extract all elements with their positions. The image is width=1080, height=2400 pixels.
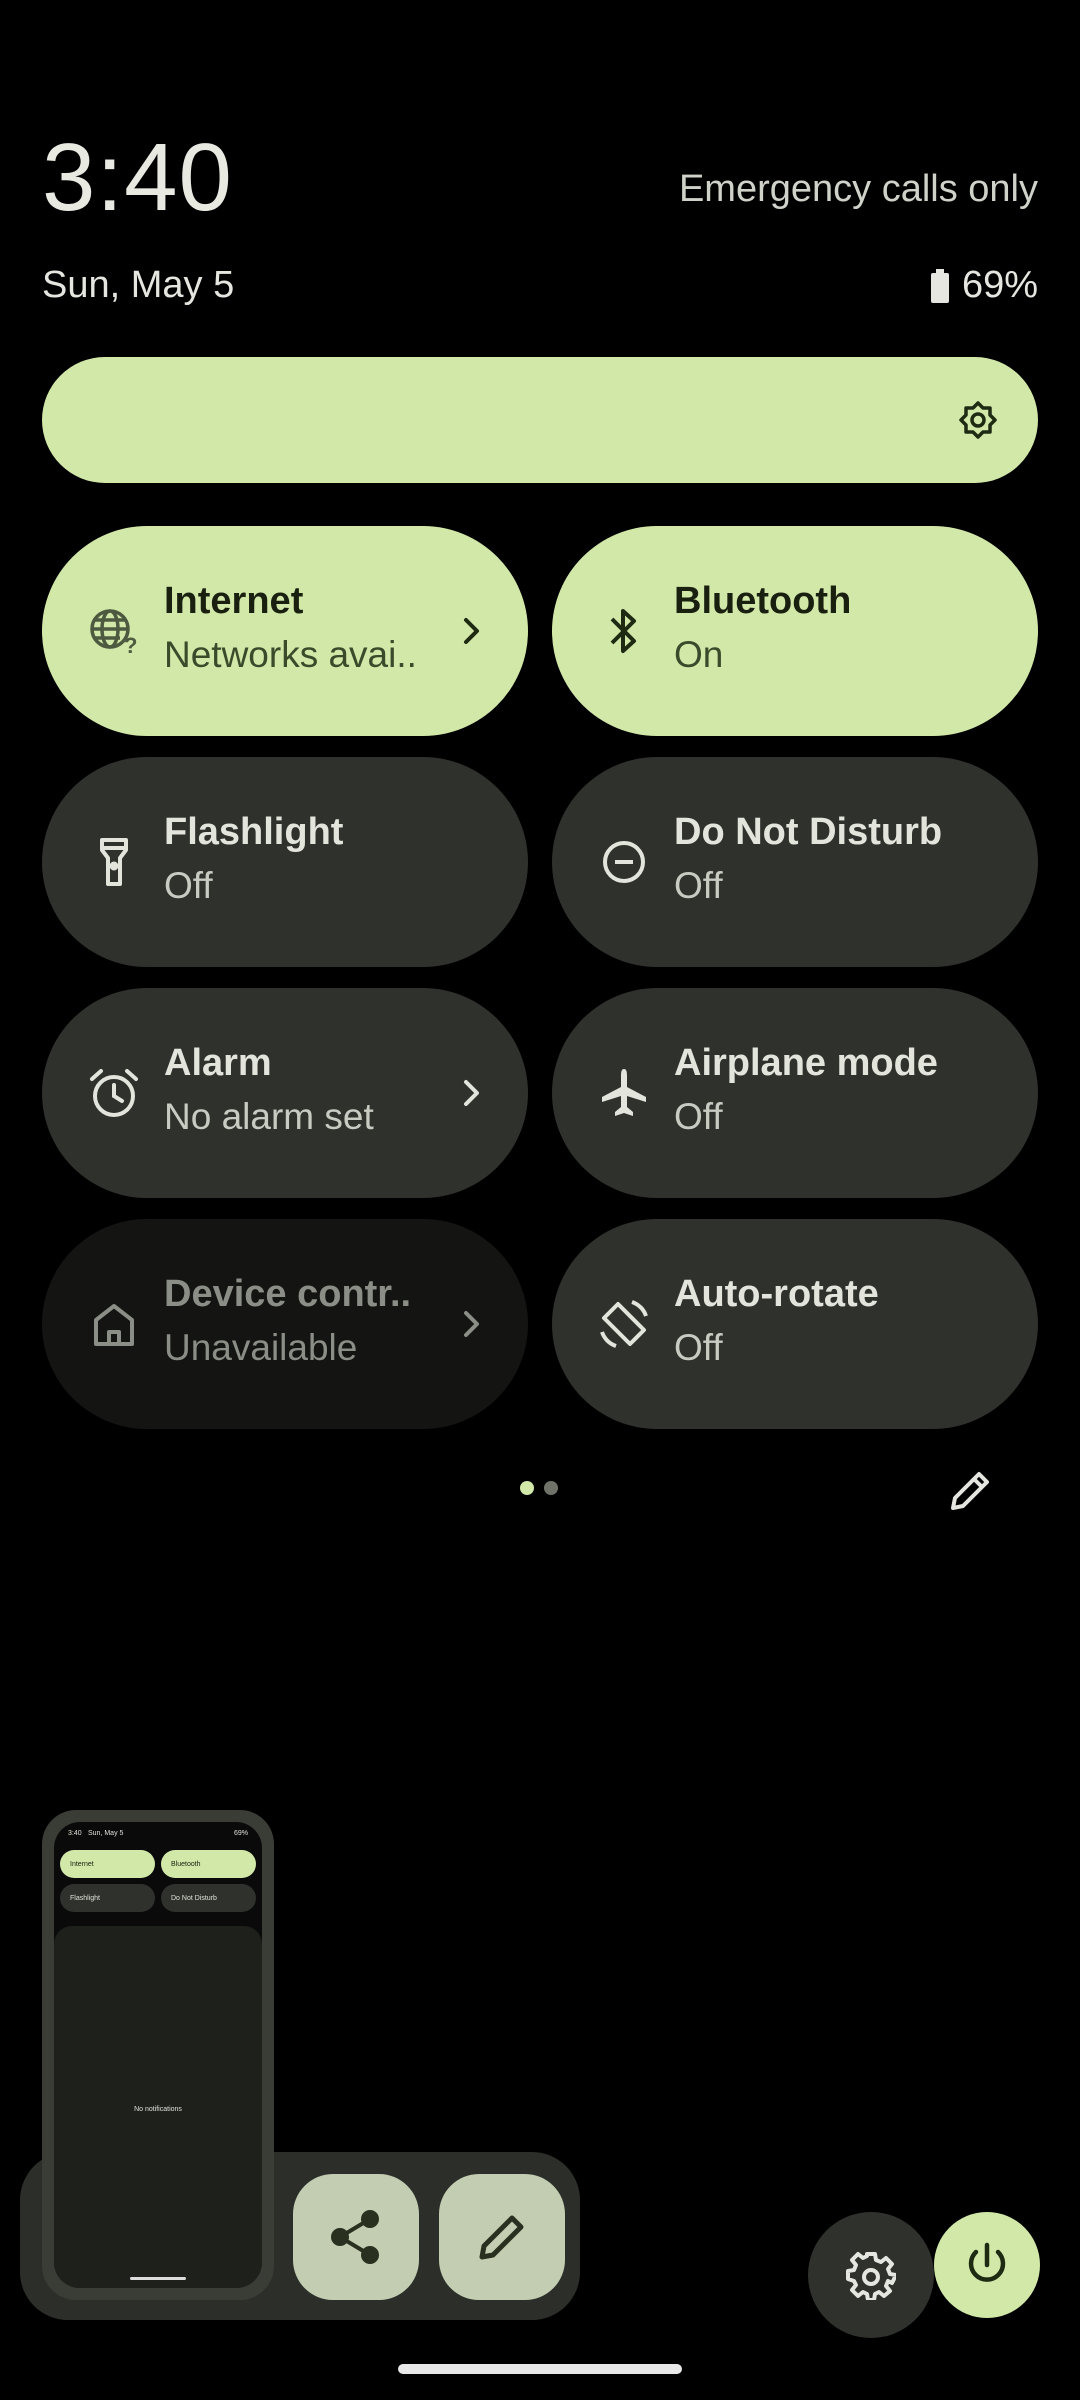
page-indicator[interactable] — [520, 1481, 558, 1495]
screenshot-edit-button[interactable] — [439, 2174, 565, 2300]
flashlight-icon — [84, 832, 144, 892]
page-dot-1 — [520, 1481, 534, 1495]
chevron-right-icon — [454, 1307, 488, 1346]
bluetooth-icon — [594, 601, 654, 661]
tile-subtitle: No alarm set — [164, 1096, 374, 1137]
tile-subtitle: Networks avai.. — [164, 634, 417, 675]
battery-percent: 69% — [961, 264, 1038, 306]
tile-auto-rotate[interactable]: Auto-rotate Off — [552, 1219, 1038, 1429]
mini-home-bar — [130, 2277, 186, 2280]
settings-button[interactable] — [808, 2212, 934, 2338]
mini-battery: 69% — [233, 1830, 248, 1837]
mini-tile: Do Not Disturb — [161, 1884, 256, 1912]
tile-alarm[interactable]: Alarm No alarm set — [42, 988, 528, 1198]
mini-notification-area: No notifications — [54, 1926, 262, 2288]
tile-title: Airplane mode — [674, 1042, 938, 1084]
tile-subtitle: Off — [164, 865, 213, 906]
tile-title: Flashlight — [164, 811, 344, 853]
tile-subtitle: Off — [674, 1327, 723, 1368]
tile-title: Bluetooth — [674, 580, 852, 622]
home-icon — [84, 1294, 144, 1354]
tile-do-not-disturb[interactable]: Do Not Disturb Off — [552, 757, 1038, 967]
tile-flashlight[interactable]: Flashlight Off — [42, 757, 528, 967]
mini-tile: Bluetooth — [161, 1850, 256, 1878]
tile-title: Alarm — [164, 1042, 272, 1084]
battery-status[interactable]: 69% — [930, 264, 1038, 307]
tile-title: Do Not Disturb — [674, 811, 943, 853]
svg-text:?: ? — [124, 633, 137, 658]
brightness-icon — [958, 400, 998, 445]
airplane-icon — [594, 1063, 654, 1123]
alarm-icon — [84, 1063, 144, 1123]
edit-quick-settings-button[interactable] — [945, 1466, 995, 1521]
mini-date: Sun, May 5 — [88, 1830, 124, 1837]
mini-time: 3:40 — [68, 1830, 82, 1837]
tile-subtitle: Off — [674, 1096, 723, 1137]
tile-internet[interactable]: ? Internet Networks avai.. — [42, 526, 528, 736]
globe-question-icon: ? — [84, 601, 144, 661]
clock[interactable]: 3:40 — [42, 130, 233, 226]
tile-subtitle: Off — [674, 865, 723, 906]
chevron-right-icon — [454, 1076, 488, 1115]
tile-title: Device contr.. — [164, 1273, 412, 1315]
tile-title: Auto-rotate — [674, 1273, 879, 1315]
carrier-status: Emergency calls only — [678, 168, 1038, 210]
tile-title: Internet — [164, 580, 304, 622]
date[interactable]: Sun, May 5 — [42, 264, 234, 307]
auto-rotate-icon — [594, 1294, 654, 1354]
tile-device-contr[interactable]: Device contr.. Unavailable — [42, 1219, 528, 1429]
screenshot-share-button[interactable] — [293, 2174, 419, 2300]
battery-icon — [930, 268, 950, 303]
mini-tile: Flashlight — [60, 1884, 155, 1912]
home-gesture-bar[interactable] — [398, 2364, 682, 2374]
chevron-right-icon — [454, 614, 488, 653]
tile-subtitle: On — [674, 634, 724, 675]
power-button[interactable] — [934, 2212, 1040, 2318]
tile-bluetooth[interactable]: Bluetooth On — [552, 526, 1038, 736]
tile-airplane-mode[interactable]: Airplane mode Off — [552, 988, 1038, 1198]
page-dot-2 — [544, 1481, 558, 1495]
mini-empty-text: No notifications — [134, 2106, 182, 2113]
brightness-slider[interactable] — [42, 357, 1038, 483]
tile-subtitle: Unavailable — [164, 1327, 358, 1368]
mini-tile: Internet — [60, 1850, 155, 1878]
pencil-icon — [945, 1472, 995, 1520]
do-not-disturb-icon — [594, 832, 654, 892]
screenshot-thumbnail-image[interactable]: 3:40 Sun, May 5 69% Internet Bluetooth F… — [54, 1822, 262, 2288]
